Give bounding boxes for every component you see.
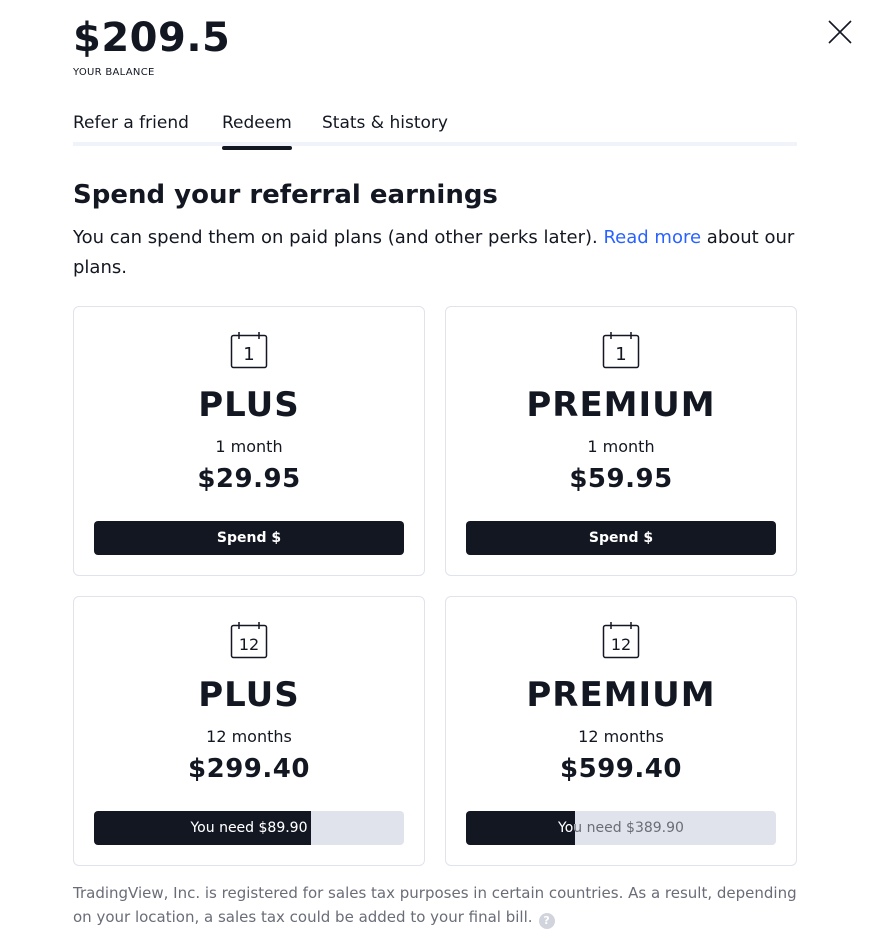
tab-refer-a-friend[interactable]: Refer a friend bbox=[73, 110, 189, 146]
need-amount-text-overlay: You need $389.90 bbox=[558, 820, 574, 836]
plan-name: PREMIUM bbox=[526, 675, 716, 715]
progress-label-clip: You need $389.90 bbox=[466, 811, 574, 845]
plan-price: $599.40 bbox=[560, 754, 682, 784]
calendar-number: 12 bbox=[239, 635, 259, 654]
tab-stats-history[interactable]: Stats & history bbox=[322, 110, 448, 146]
plan-duration: 1 month bbox=[587, 437, 655, 456]
need-more-progress[interactable]: You need $389.90 You need $389.90 bbox=[466, 811, 776, 845]
calendar-number: 1 bbox=[243, 344, 254, 365]
need-amount-text-overlay: You need $89.90 bbox=[190, 820, 308, 836]
plan-card-plus-1-month: 1 PLUS 1 month $29.95 Spend $ bbox=[73, 306, 425, 576]
tab-redeem[interactable]: Redeem bbox=[222, 110, 292, 150]
plan-price: $59.95 bbox=[569, 464, 673, 494]
calendar-icon: 12 bbox=[602, 621, 640, 659]
plan-price: $299.40 bbox=[188, 754, 310, 784]
progress-label-clip: You need $89.90 bbox=[94, 811, 311, 845]
need-more-progress[interactable]: You need $89.90 You need $89.90 bbox=[94, 811, 404, 845]
calendar-number: 12 bbox=[611, 635, 631, 654]
balance-block: $209.5 YOUR BALANCE bbox=[73, 14, 230, 80]
balance-amount: $209.5 bbox=[73, 15, 231, 61]
tax-disclaimer: TradingView, Inc. is registered for sale… bbox=[73, 881, 813, 929]
help-icon[interactable]: ? bbox=[538, 913, 555, 929]
section-description: You can spend them on paid plans (and ot… bbox=[73, 223, 803, 283]
plan-card-premium-12-months: 12 PREMIUM 12 months $599.40 You need $3… bbox=[445, 596, 797, 866]
plan-duration: 12 months bbox=[206, 727, 292, 746]
calendar-icon: 1 bbox=[602, 331, 640, 369]
plan-duration: 12 months bbox=[578, 727, 664, 746]
tab-bar: Refer a friend Redeem Stats & history bbox=[73, 110, 797, 150]
calendar-icon: 1 bbox=[230, 331, 268, 369]
plan-duration: 1 month bbox=[215, 437, 283, 456]
plan-name: PLUS bbox=[198, 675, 300, 715]
close-icon[interactable] bbox=[826, 18, 854, 46]
plan-card-plus-12-months: 12 PLUS 12 months $299.40 You need $89.9… bbox=[73, 596, 425, 866]
read-more-link[interactable]: Read more bbox=[603, 227, 701, 248]
disclaimer-text: TradingView, Inc. is registered for sale… bbox=[73, 884, 797, 926]
plan-price: $29.95 bbox=[197, 464, 301, 494]
balance-label: YOUR BALANCE bbox=[73, 67, 155, 78]
spend-button[interactable]: Spend $ bbox=[466, 521, 776, 555]
description-text: You can spend them on paid plans (and ot… bbox=[73, 227, 604, 248]
calendar-number: 1 bbox=[615, 344, 626, 365]
plan-card-premium-1-month: 1 PREMIUM 1 month $59.95 Spend $ bbox=[445, 306, 797, 576]
plan-name: PLUS bbox=[198, 385, 300, 425]
section-heading: Spend your referral earnings bbox=[73, 180, 498, 210]
spend-button[interactable]: Spend $ bbox=[94, 521, 404, 555]
calendar-icon: 12 bbox=[230, 621, 268, 659]
plan-name: PREMIUM bbox=[526, 385, 716, 425]
